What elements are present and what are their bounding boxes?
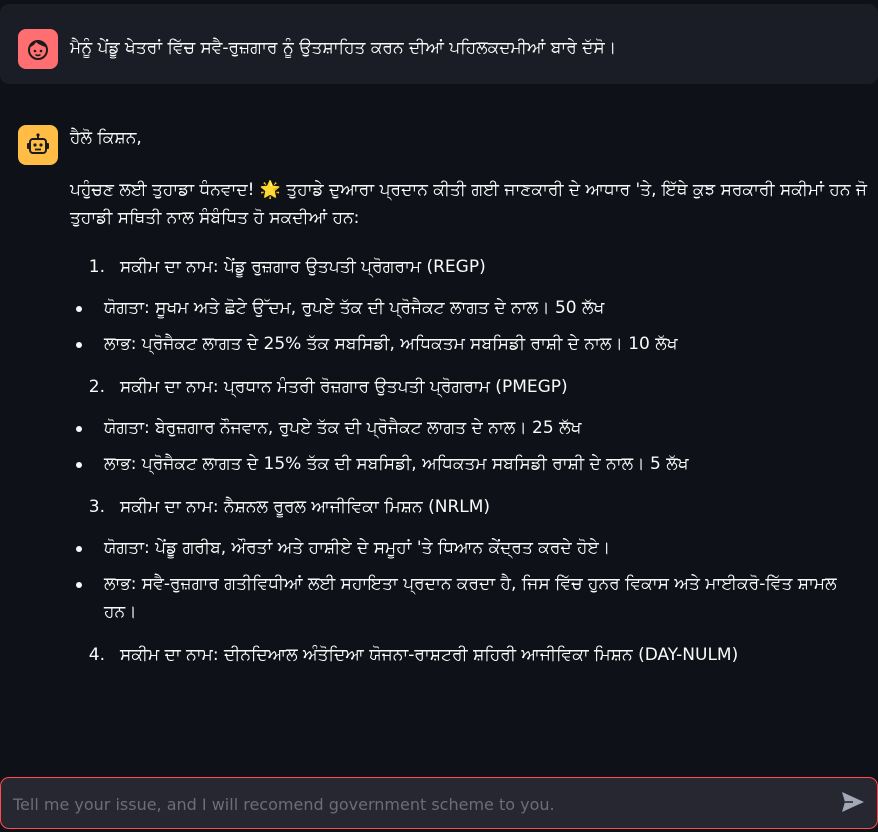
intro-text: ਪਹੁੰਚਣ ਲਈ ਤੁਹਾਡਾ ਧੰਨਵਾਦ! 🌟 ਤੁਹਾਡੇ ਦੁਆਰਾ … [70,180,867,228]
scheme-point: ਲਾਭ: ਪ੍ਰੋਜੈਕਟ ਲਾਗਤ ਦੇ 25% ਤੱਕ ਸਬਸਿਡੀ, ਅਧ… [70,330,872,358]
scheme-number: 4. [88,645,105,665]
scheme-item: 2. ਸਕੀਮ ਦਾ ਨਾਮ: ਪ੍ਰਧਾਨ ਮੰਤਰੀ ਰੋਜ਼ਗਾਰ ਉਤਪ… [70,370,872,404]
scheme-name: ਸਕੀਮ ਦਾ ਨਾਮ: ਨੈਸ਼ਨਲ ਰੂਰਲ ਆਜੀਵਿਕਾ ਮਿਸ਼ਨ (… [120,497,491,517]
user-message: ਮੈਨੂੰ ਪੇਂਡੂ ਖੇਤਰਾਂ ਵਿੱਚ ਸਵੈ-ਰੁਜ਼ਗਾਰ ਨੂੰ … [0,4,878,84]
scheme-point: ਲਾਭ: ਸਵੈ-ਰੁਜ਼ਗਾਰ ਗਤੀਵਿਧੀਆਂ ਲਈ ਸਹਾਇਤਾ ਪ੍ਰ… [70,570,872,626]
scheme-points: ਯੋਗਤਾ: ਪੇਂਡੂ ਗਰੀਬ, ਔਰਤਾਂ ਅਤੇ ਹਾਸ਼ੀਏ ਦੇ ਸ… [70,534,872,626]
scheme-point: ਯੋਗਤਾ: ਪੇਂਡੂ ਗਰੀਬ, ਔਰਤਾਂ ਅਤੇ ਹਾਸ਼ੀਏ ਦੇ ਸ… [70,534,872,562]
scheme-list: 1. ਸਕੀਮ ਦਾ ਨਾਮ: ਪੇਂਡੂ ਰੁਜ਼ਗਾਰ ਉਤਪਤੀ ਪ੍ਰੋ… [70,250,872,672]
scheme-item: 3. ਸਕੀਮ ਦਾ ਨਾਮ: ਨੈਸ਼ਨਲ ਰੂਰਲ ਆਜੀਵਿਕਾ ਮਿਸ਼… [70,490,872,524]
scheme-points: ਯੋਗਤਾ: ਬੇਰੁਜ਼ਗਾਰ ਨੌਜਵਾਨ, ਰੁਪਏ ਤੱਕ ਦੀ ਪ੍ਰ… [70,414,872,478]
send-button[interactable] [839,790,867,818]
assistant-avatar [18,125,58,165]
scheme-number: 3. [88,497,105,517]
chat-input-bar [0,777,878,829]
user-avatar [18,29,58,69]
user-face-icon [25,36,51,62]
greeting-text: ਹੈਲੋ ਕਿਸ਼ਨ, [70,128,142,148]
chat-input[interactable] [11,788,815,820]
scheme-number: 2. [88,377,105,397]
scheme-name: ਸਕੀਮ ਦਾ ਨਾਮ: ਪੇਂਡੂ ਰੁਜ਼ਗਾਰ ਉਤਪਤੀ ਪ੍ਰੋਗਰਾ… [120,257,486,277]
user-message-text: ਮੈਨੂੰ ਪੇਂਡੂ ਖੇਤਰਾਂ ਵਿੱਚ ਸਵੈ-ਰੁਜ਼ਗਾਰ ਨੂੰ … [70,38,617,58]
scheme-points: ਯੋਗਤਾ: ਸੂਖਮ ਅਤੇ ਛੋਟੇ ਉੱਦਮ, ਰੁਪਏ ਤੱਕ ਦੀ ਪ… [70,294,872,358]
scheme-name: ਸਕੀਮ ਦਾ ਨਾਮ: ਪ੍ਰਧਾਨ ਮੰਤਰੀ ਰੋਜ਼ਗਾਰ ਉਤਪਤੀ … [120,377,568,397]
scheme-number: 1. [88,257,105,277]
chat-page: ਮੈਨੂੰ ਪੇਂਡੂ ਖੇਤਰਾਂ ਵਿੱਚ ਸਵੈ-ਰੁਜ਼ਗਾਰ ਨੂੰ … [0,0,878,832]
scheme-point: ਯੋਗਤਾ: ਬੇਰੁਜ਼ਗਾਰ ਨੌਜਵਾਨ, ਰੁਪਏ ਤੱਕ ਦੀ ਪ੍ਰ… [70,414,872,442]
send-icon [841,791,865,817]
scheme-item: 1. ਸਕੀਮ ਦਾ ਨਾਮ: ਪੇਂਡੂ ਰੁਜ਼ਗਾਰ ਉਤਪਤੀ ਪ੍ਰੋ… [70,250,872,284]
scheme-point: ਲਾਭ: ਪ੍ਰੋਜੈਕਟ ਲਾਗਤ ਦੇ 15% ਤੱਕ ਦੀ ਸਬਸਿਡੀ,… [70,450,872,478]
robot-icon [25,132,51,158]
scheme-point: ਯੋਗਤਾ: ਸੂਖਮ ਅਤੇ ਛੋਟੇ ਉੱਦਮ, ਰੁਪਏ ਤੱਕ ਦੀ ਪ… [70,294,872,322]
scheme-item: 4. ਸਕੀਮ ਦਾ ਨਾਮ: ਦੀਨਦਿਆਲ ਅੰਤੋਦਿਆ ਯੋਜਨਾ-ਰਾ… [70,638,872,672]
scheme-name: ਸਕੀਮ ਦਾ ਨਾਮ: ਦੀਨਦਿਆਲ ਅੰਤੋਦਿਆ ਯੋਜਨਾ-ਰਾਸ਼ਟ… [120,645,739,665]
assistant-message: ਹੈਲੋ ਕਿਸ਼ਨ, ਪਹੁੰਚਣ ਲਈ ਤੁਹਾਡਾ ਧੰਨਵਾਦ! 🌟 ਤ… [70,124,872,682]
